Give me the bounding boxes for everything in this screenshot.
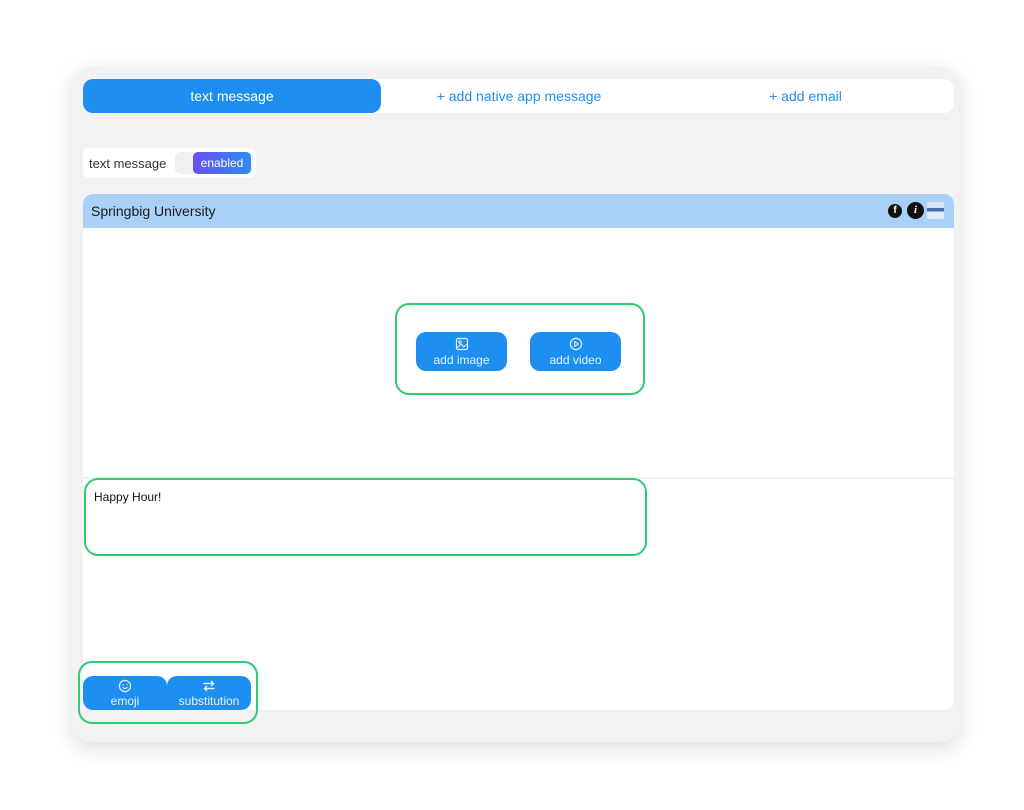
enabled-toggle-state[interactable]: enabled — [193, 152, 251, 174]
add-video-label: add video — [549, 353, 602, 367]
tab-text-message[interactable]: text message — [83, 79, 381, 113]
tab-add-email[interactable]: + add email — [657, 79, 954, 113]
message-body-text[interactable]: Happy Hour! — [94, 490, 161, 504]
enabled-toggle[interactable]: enabled — [175, 152, 253, 174]
info-icon[interactable]: i — [907, 202, 924, 219]
play-circle-icon — [569, 337, 582, 351]
message-preview-card: Springbig University f i — [83, 194, 954, 710]
substitution-button[interactable]: substitution — [167, 676, 251, 710]
smiley-icon — [118, 679, 132, 693]
message-header: Springbig University f i — [83, 194, 954, 228]
add-image-label: add image — [433, 353, 490, 367]
add-image-button[interactable]: add image — [416, 332, 507, 371]
add-video-button[interactable]: add video — [530, 332, 621, 371]
swap-arrows-icon — [203, 680, 215, 692]
facebook-icon[interactable]: f — [888, 204, 902, 218]
image-icon — [455, 337, 468, 351]
emoji-label: emoji — [110, 694, 140, 708]
channel-toggle-label: text message — [89, 156, 167, 171]
flag-icon[interactable] — [927, 202, 944, 219]
substitution-label: substitution — [178, 694, 240, 708]
emoji-button[interactable]: emoji — [83, 676, 167, 710]
channel-tab-bar: text message + add native app message + … — [83, 79, 954, 113]
tab-add-native-app-message[interactable]: + add native app message — [381, 79, 657, 113]
channel-toggle-card: text message enabled — [83, 148, 256, 178]
sender-name: Springbig University — [91, 203, 216, 219]
message-text-highlight — [84, 478, 647, 556]
